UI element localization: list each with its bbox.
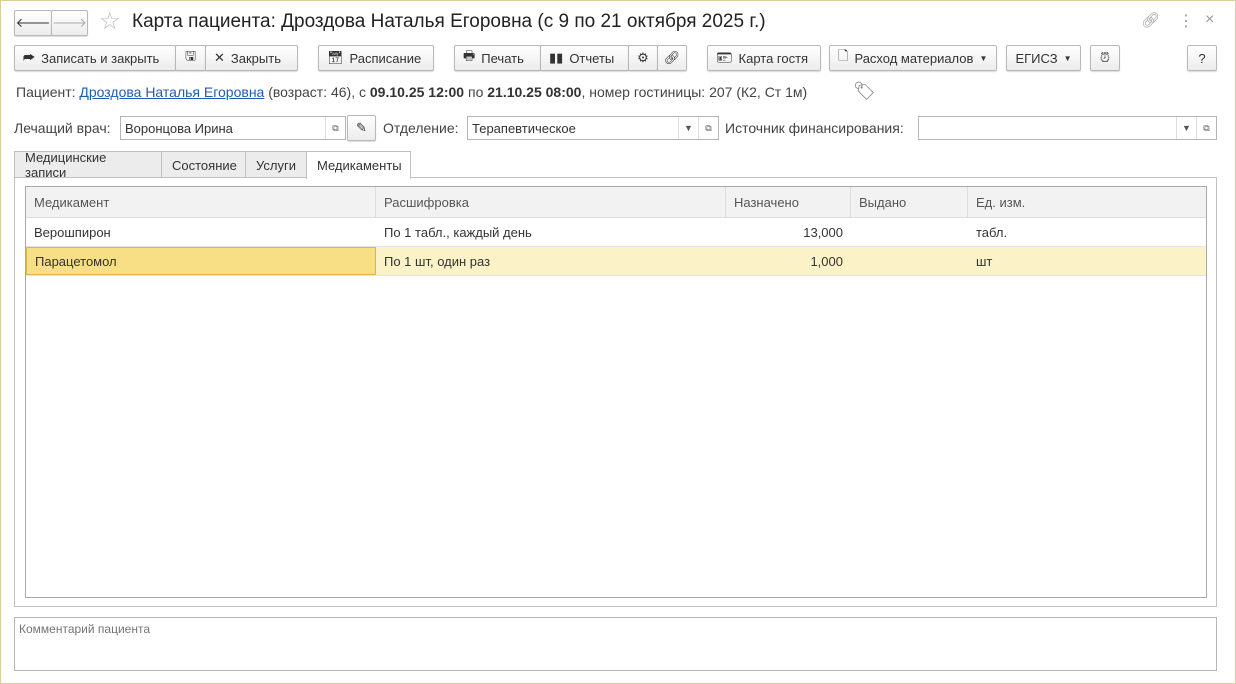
x-icon: ✕ (214, 50, 225, 65)
medications-table[interactable]: Медикамент Расшифровка Назначено Выдано … (25, 186, 1207, 598)
settings-button[interactable]: ⚙ (628, 45, 658, 71)
more-icon[interactable]: ⋮ (1178, 11, 1194, 31)
close-button[interactable]: ✕ Закрыть (205, 45, 298, 71)
header-prescribed[interactable]: Назначено (726, 187, 851, 217)
patient-name-link[interactable]: Дроздова Наталья Егоровна (79, 84, 264, 100)
cell-decoding: По 1 шт, один раз (384, 253, 491, 269)
calendar-icon: 📅︎ (327, 50, 344, 65)
forward-button[interactable]: 🡒 (51, 10, 88, 36)
open-icon[interactable]: ⧉ (698, 117, 718, 139)
tag-icon[interactable]: 🏷︎ (853, 81, 876, 102)
reminder-button[interactable]: ⏰︎ (1090, 45, 1120, 71)
alarm-clock-icon: ⏰︎ (1099, 50, 1111, 65)
patient-info: Пациент: Дроздова Наталья Егоровна (возр… (16, 84, 808, 100)
reports-button[interactable]: ▮▮ Отчеты (540, 45, 629, 71)
financing-label: Источник финансирования: (725, 120, 904, 136)
table-header: Медикамент Расшифровка Назначено Выдано … (26, 187, 1206, 218)
cell-unit: шт (976, 253, 993, 269)
chain-icon: 🔗︎ (663, 50, 681, 65)
patient-comment-input[interactable] (14, 617, 1217, 671)
header-decoding[interactable]: Расшифровка (376, 187, 726, 217)
header-unit[interactable]: Ед. изм. (968, 187, 1206, 217)
cell-unit: табл. (976, 224, 1008, 240)
back-button[interactable]: 🡐 (14, 10, 52, 36)
favorite-star-icon[interactable]: ☆ (99, 7, 121, 36)
cell-medication: Верошпирон (34, 224, 111, 240)
dropdown-icon: ▼ (979, 53, 988, 63)
header-medication[interactable]: Медикамент (26, 187, 376, 217)
tab-condition[interactable]: Состояние (161, 151, 246, 178)
document-add-icon: 🗋 (838, 48, 849, 63)
gears-icon: ⚙ (637, 50, 649, 65)
table-row[interactable]: Верошпирон По 1 табл., каждый день 13,00… (26, 218, 1206, 247)
table-row-selected[interactable]: Парацетомол По 1 шт, один раз 1,000 шт (26, 247, 1206, 276)
materials-button[interactable]: 🗋 Расход материалов ▼ (829, 45, 997, 71)
save-close-icon: ⮫ (23, 50, 36, 65)
tab-services[interactable]: Услуги (245, 151, 307, 178)
printer-icon: 🖶 (463, 48, 476, 63)
doctor-field[interactable]: Воронцова Ирина ⧉ (120, 116, 346, 140)
open-icon[interactable]: ⧉ (1196, 117, 1216, 139)
edit-doctor-button[interactable]: ✎ (347, 115, 376, 141)
department-label: Отделение: (383, 120, 459, 136)
pencil-icon: ✎ (356, 120, 367, 135)
cell-medication: Парацетомол (26, 247, 376, 275)
open-icon[interactable]: ⧉ (325, 117, 345, 139)
id-card-icon: 🪪︎ (716, 50, 733, 65)
tab-medications[interactable]: Медикаменты (306, 151, 411, 179)
header-issued[interactable]: Выдано (851, 187, 968, 217)
print-button[interactable]: 🖶 Печать (454, 45, 541, 71)
cell-issued (851, 218, 968, 246)
dropdown-icon[interactable]: ▼ (1176, 117, 1196, 139)
doctor-label: Лечащий врач: (14, 120, 111, 136)
egisz-button[interactable]: ЕГИСЗ ▼ (1006, 45, 1081, 71)
cell-decoding: По 1 табл., каждый день (384, 224, 532, 240)
schedule-button[interactable]: 📅︎ Расписание (318, 45, 434, 71)
guest-card-button[interactable]: 🪪︎ Карта гостя (707, 45, 821, 71)
dropdown-icon[interactable]: ▼ (678, 117, 698, 139)
department-field[interactable]: Терапевтическое ▼ ⧉ (467, 116, 719, 140)
close-icon[interactable]: × (1205, 11, 1214, 29)
cell-issued (851, 247, 968, 275)
financing-field[interactable]: ▼ ⧉ (918, 116, 1217, 140)
save-close-button[interactable]: ⮫ Записать и закрыть (14, 45, 176, 71)
save-button[interactable]: 🖫 (175, 45, 206, 71)
link-icon[interactable]: 🔗︎ (1141, 11, 1160, 29)
tab-medical-records[interactable]: Медицинские записи (14, 150, 162, 180)
floppy-icon: 🖫 (184, 48, 197, 63)
dropdown-icon: ▼ (1063, 53, 1072, 63)
cell-prescribed: 1,000 (810, 253, 843, 269)
help-button[interactable]: ? (1187, 45, 1217, 71)
bar-chart-icon: ▮▮ (549, 50, 564, 65)
window-title: Карта пациента: Дроздова Наталья Егоровн… (132, 11, 766, 32)
cell-prescribed: 13,000 (803, 224, 843, 240)
link-button[interactable]: 🔗︎ (657, 45, 687, 71)
